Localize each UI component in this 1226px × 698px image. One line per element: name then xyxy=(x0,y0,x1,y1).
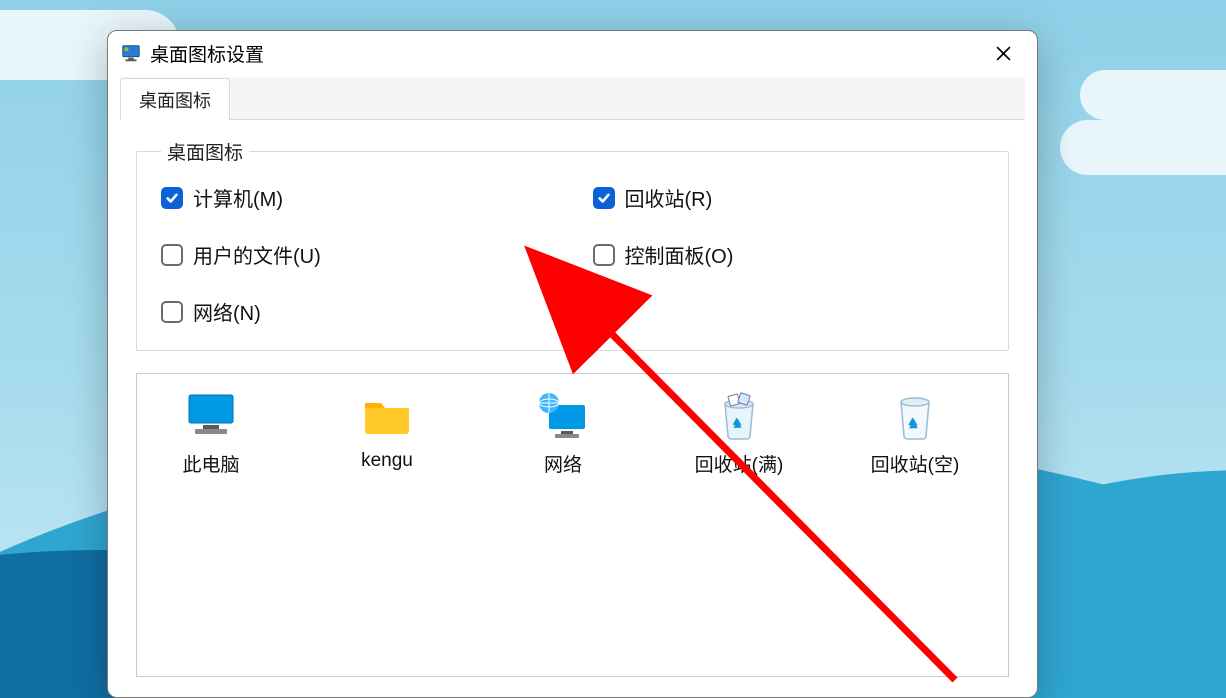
window-icon xyxy=(120,42,142,64)
network-icon xyxy=(536,390,590,440)
preview-network[interactable]: 网络 xyxy=(499,390,627,477)
checkbox-network[interactable]: 网络(N) xyxy=(161,297,553,326)
preview-user-folder[interactable]: kengu xyxy=(323,390,451,472)
checkbox-box xyxy=(161,301,183,323)
title-bar: 桌面图标设置 xyxy=(108,31,1037,75)
close-icon xyxy=(995,45,1012,62)
checkbox-label: 计算机(M) xyxy=(193,183,283,212)
icon-label: 回收站(空) xyxy=(871,450,960,477)
window-content: 桌面图标 计算机(M) 回收站(R) xyxy=(108,120,1037,697)
window-title: 桌面图标设置 xyxy=(150,40,264,67)
checkbox-label: 控制面板(O) xyxy=(625,240,734,269)
checkbox-box xyxy=(593,187,615,209)
close-button[interactable] xyxy=(981,33,1025,73)
checkbox-recycle-bin[interactable]: 回收站(R) xyxy=(593,183,985,212)
checkbox-control-panel[interactable]: 控制面板(O) xyxy=(593,240,985,269)
icon-label: 此电脑 xyxy=(182,450,239,477)
checkbox-label: 网络(N) xyxy=(193,297,261,326)
checkbox-label: 用户的文件(U) xyxy=(193,240,321,269)
this-pc-icon xyxy=(184,390,238,440)
checkbox-label: 回收站(R) xyxy=(625,183,713,212)
recycle-bin-empty-icon xyxy=(888,390,942,440)
tab-strip: 桌面图标 xyxy=(120,77,1025,120)
checkbox-box xyxy=(161,187,183,209)
checkbox-computer[interactable]: 计算机(M) xyxy=(161,183,553,212)
checkbox-box xyxy=(593,244,615,266)
icon-preview-box: 此电脑 kengu xyxy=(136,373,1009,677)
icon-label: 网络 xyxy=(544,450,582,477)
preview-this-pc[interactable]: 此电脑 xyxy=(147,390,275,477)
checkbox-box xyxy=(161,244,183,266)
preview-recycle-full[interactable]: 回收站(满) xyxy=(675,390,803,477)
folder-icon xyxy=(360,390,414,440)
desktop-icon-settings-window: 桌面图标设置 桌面图标 桌面图标 计算机(M) xyxy=(107,30,1038,698)
icon-label: kengu xyxy=(361,450,413,472)
checkbox-user-files[interactable]: 用户的文件(U) xyxy=(161,240,553,269)
group-legend: 桌面图标 xyxy=(161,138,249,165)
preview-recycle-empty[interactable]: 回收站(空) xyxy=(851,390,979,477)
recycle-bin-full-icon xyxy=(712,390,766,440)
icon-label: 回收站(满) xyxy=(695,450,784,477)
tab-desktop-icons[interactable]: 桌面图标 xyxy=(120,78,230,120)
desktop-icons-group: 桌面图标 计算机(M) 回收站(R) xyxy=(136,138,1009,351)
